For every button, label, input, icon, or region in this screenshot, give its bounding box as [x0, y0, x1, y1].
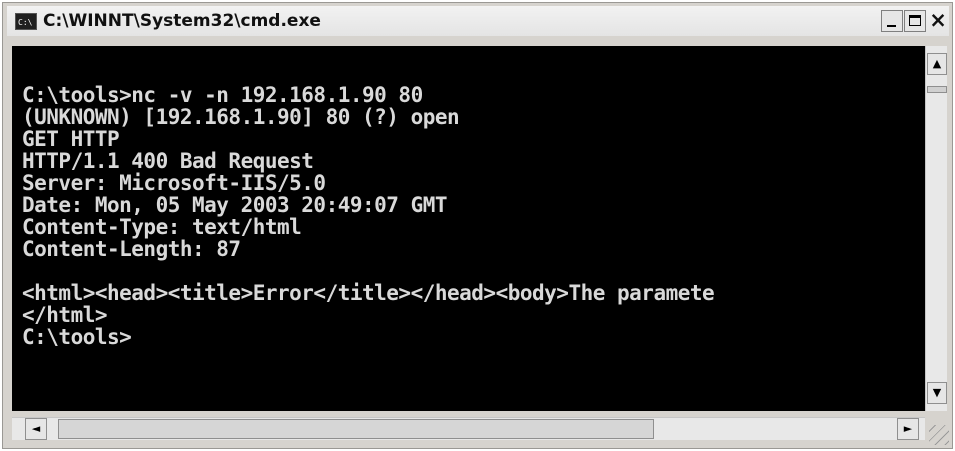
window-controls: ×: [881, 10, 949, 32]
minimize-button[interactable]: [881, 10, 903, 32]
console-line: Date: Mon, 05 May 2003 20:49:07 GMT: [22, 193, 448, 217]
close-button[interactable]: ×: [927, 10, 949, 32]
resize-grip-icon[interactable]: [929, 425, 949, 445]
scroll-right-button[interactable]: ►: [897, 418, 919, 440]
title-bar[interactable]: C:\ C:\WINNT\System32\cmd.exe ×: [7, 6, 949, 36]
console-line: HTTP/1.1 400 Bad Request: [22, 149, 314, 173]
console-line: <html><head><title>Error</title></head><…: [22, 281, 715, 305]
vertical-scroll-thumb[interactable]: [927, 86, 947, 93]
cmd-window: C:\ C:\WINNT\System32\cmd.exe × C:\tools…: [2, 2, 953, 449]
console-text: C:\tools>nc -v -n 192.168.1.90 80 (UNKNO…: [12, 46, 925, 348]
console-line: Content-Type: text/html: [22, 215, 302, 239]
console-line: Content-Length: 87: [22, 237, 241, 261]
console-line: </html>: [22, 303, 108, 327]
console-output-area[interactable]: C:\tools>nc -v -n 192.168.1.90 80 (UNKNO…: [12, 46, 925, 411]
console-line: Server: Microsoft-IIS/5.0: [22, 171, 326, 195]
console-line: GET HTTP: [22, 127, 120, 151]
horizontal-scrollbar[interactable]: ◄ ►: [12, 417, 925, 440]
vertical-scrollbar[interactable]: ▲ ▼: [925, 46, 947, 411]
scroll-up-button[interactable]: ▲: [927, 53, 947, 75]
cmd-app-icon: C:\: [15, 12, 37, 30]
scroll-down-button[interactable]: ▼: [927, 382, 947, 404]
maximize-button[interactable]: [904, 10, 926, 32]
window-title: C:\WINNT\System32\cmd.exe: [43, 11, 321, 31]
horizontal-scroll-thumb[interactable]: [58, 419, 654, 439]
console-line: C:\tools>nc -v -n 192.168.1.90 80: [22, 83, 423, 107]
console-prompt: C:\tools>: [22, 325, 132, 349]
console-line: (UNKNOWN) [192.168.1.90] 80 (?) open: [22, 105, 460, 129]
scroll-left-button[interactable]: ◄: [25, 418, 47, 440]
